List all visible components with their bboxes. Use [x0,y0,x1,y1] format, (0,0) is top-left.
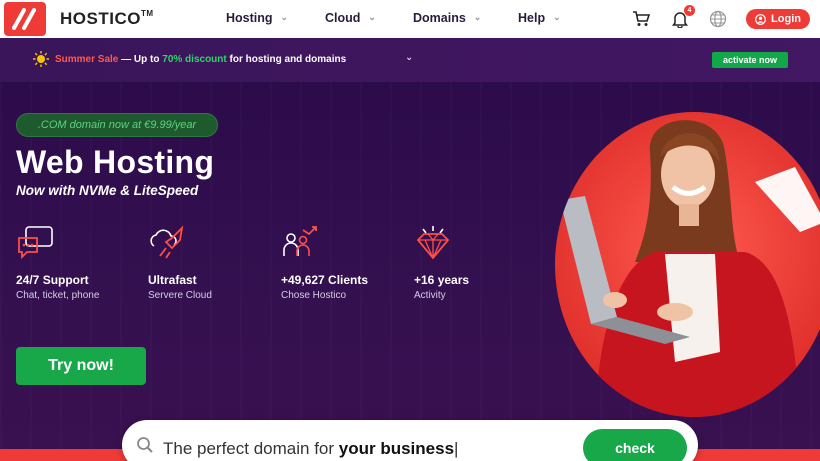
login-label: Login [771,13,801,25]
feature-title: +49,627 Clients [281,273,369,287]
activate-now-button[interactable]: activate now [712,52,788,68]
feature-desc: Servere Cloud [148,290,212,301]
feature-title: 24/7 Support [16,273,89,287]
notification-badge: 4 [684,5,695,16]
chevron-down-icon[interactable]: ⌄ [405,52,413,63]
cloud-rocket-icon [150,225,184,259]
cart-icon[interactable] [631,9,651,29]
check-button[interactable]: check [583,429,687,461]
top-nav: HOSTICOTM Hosting ⌄ Cloud ⌄ Domains ⌄ Help ⌄… [0,0,820,38]
domain-offer-pill[interactable]: .COM domain now at €9.99/year [16,113,218,137]
chevron-down-icon: ⌄ [280,11,289,22]
hero-image [555,112,820,417]
promo-text: Summer Sale — Up to 70% discount for hos… [55,54,347,65]
globe-icon[interactable] [708,9,728,29]
feature-clients: +49,627 Clients Chose Hostico [281,224,411,301]
menu-label: Hosting [226,11,273,25]
page-title: Web Hosting [16,144,215,180]
menu-label: Help [518,11,546,25]
clients-growth-icon [283,226,317,256]
menu-domains[interactable]: Domains ⌄ [413,11,481,25]
try-now-button[interactable]: Try now! [16,347,146,385]
feature-ultrafast: Ultrafast Servere Cloud [148,224,278,301]
promo-bar: Summer Sale — Up to 70% discount for hos… [0,38,820,82]
login-button[interactable]: Login [746,9,810,29]
sun-icon [33,51,49,67]
menu-hosting[interactable]: Hosting ⌄ [226,11,288,25]
hero-subtitle: Now with NVMe & LiteSpeed [16,183,199,198]
support-chat-icon [18,226,53,260]
feature-years: +16 years Activity [414,224,544,301]
feature-desc: Chat, ticket, phone [16,290,100,301]
domain-search-bar[interactable]: The perfect domain for your business| ch… [122,420,698,461]
menu-label: Cloud [325,11,361,25]
bell-icon[interactable]: 4 [670,5,695,29]
logo-icon[interactable] [4,2,46,36]
chevron-down-icon: ⌄ [368,11,376,22]
brand-name[interactable]: HOSTICOTM [60,9,154,29]
feature-desc: Chose Hostico [281,290,347,301]
feature-desc: Activity [414,290,446,301]
search-input[interactable]: The perfect domain for your business| [163,439,458,459]
chevron-down-icon: ⌄ [553,11,561,22]
chevron-down-icon: ⌄ [473,11,482,22]
feature-title: Ultrafast [148,273,197,287]
menu-help[interactable]: Help ⌄ [518,11,561,25]
search-icon [137,437,153,453]
feature-title: +16 years [414,273,470,287]
diamond-icon [416,226,450,260]
user-icon [755,13,766,25]
feature-support: 24/7 Support Chat, ticket, phone [16,224,146,301]
menu-label: Domains [413,11,466,25]
menu-cloud[interactable]: Cloud ⌄ [325,11,376,25]
